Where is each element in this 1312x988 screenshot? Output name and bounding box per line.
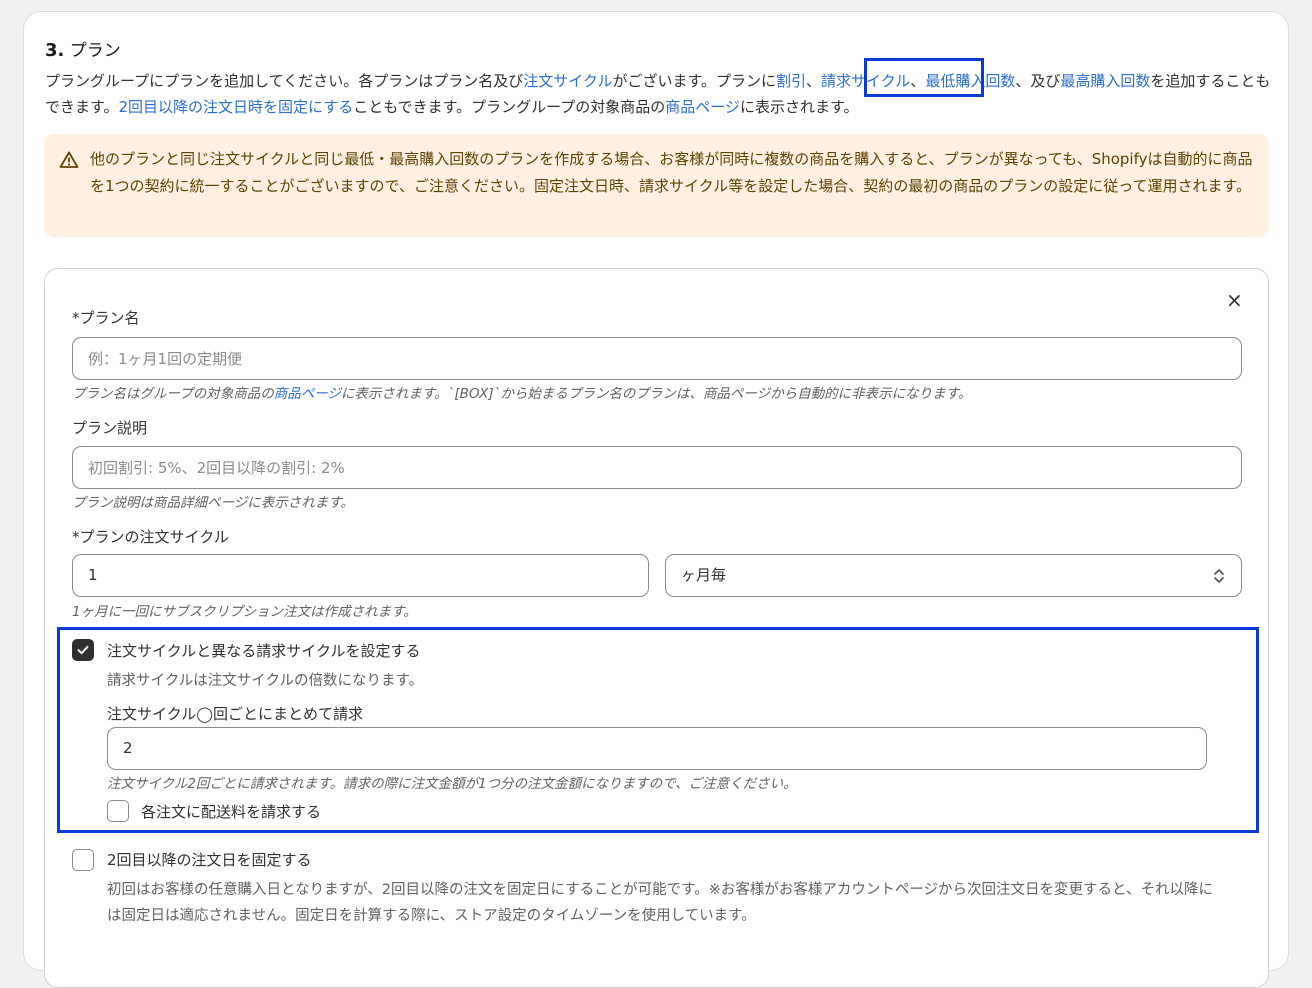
shipping-fee-checkbox-label[interactable]: 各注文に配送料を請求する [141,801,321,822]
warning-text: 他のプランと同じ注文サイクルと同じ最低・最高購入回数のプランを作成する場合、お客… [90,150,1253,195]
order-cycle-help: 1ヶ月に一回にサブスクリプション注文は作成されます。 [72,604,417,620]
order-cycle-unit-value: ヶ月毎 [681,566,727,584]
max-purchase-link[interactable]: 最高購入回数 [1060,72,1150,90]
fixed-date-note: 初回はお客様の任意購入日となりますが、2回目以降の注文を固定日にすることが可能で… [107,882,1213,924]
fixed-date-link[interactable]: 2回目以降の注文日時を固定にする [119,98,354,116]
select-arrows-icon [1214,569,1224,583]
min-purchase-link[interactable]: 最低購入回数 [925,72,1015,90]
billing-cycle-checkbox-label[interactable]: 注文サイクルと異なる請求サイクルを設定する [107,640,421,661]
product-page-link[interactable]: 商品ページ [665,98,740,116]
billing-cycle-note: 請求サイクルは注文サイクルの倍数になります。 [107,673,424,689]
plan-description-label: プラン説明 [72,419,148,437]
billing-cycle-link[interactable]: 請求サイクル [821,72,910,90]
plan-description-input[interactable] [72,446,1242,489]
order-cycle-link[interactable]: 注文サイクル [523,72,612,90]
order-cycle-label: *プランの注文サイクル [72,528,229,546]
plan-form: × *プラン名 プラン名はグループの対象商品の商品ページに表示されます。`[BO… [44,268,1269,988]
plan-name-label: *プラン名 [72,309,140,327]
warning-icon [59,151,79,168]
checkmark-icon [77,645,89,655]
fixed-date-checkbox[interactable] [72,849,94,871]
shipping-fee-checkbox[interactable] [107,800,129,822]
fixed-date-checkbox-label[interactable]: 2回目以降の注文日を固定する [107,849,312,870]
plan-section-card: 3. プラン プラングループにプランを追加してください。各プランはプラン名及び注… [23,11,1289,988]
order-cycle-value-input[interactable]: 1 [72,554,649,597]
plan-name-product-page-link[interactable]: 商品ページ [274,386,341,402]
section-title: 3. プラン [45,40,121,61]
discount-link[interactable]: 割引 [776,72,806,90]
warning-banner: 他のプランと同じ注文サイクルと同じ最低・最高購入回数のプランを作成する場合、お客… [44,134,1269,237]
close-icon[interactable]: × [1226,290,1243,310]
billing-cycle-help: 注文サイクル2回ごとに請求されます。請求の際に注文金額が1つ分の注文金額になりま… [107,776,797,792]
plan-name-help: プラン名はグループの対象商品の商品ページに表示されます。`[BOX]`から始まる… [72,386,972,402]
section-description: プラングループにプランを追加してください。各プランはプラン名及び注文サイクルがご… [45,72,1271,116]
billing-cycle-input[interactable]: 2 [107,727,1207,770]
billing-cycle-field-label: 注文サイクル◯回ごとにまとめて請求 [107,705,364,723]
plan-description-help: プラン説明は商品詳細ページに表示されます。 [72,495,354,511]
plan-name-input[interactable] [72,337,1242,380]
billing-cycle-checkbox[interactable] [72,639,94,661]
order-cycle-unit-select[interactable]: ヶ月毎 [665,554,1242,597]
